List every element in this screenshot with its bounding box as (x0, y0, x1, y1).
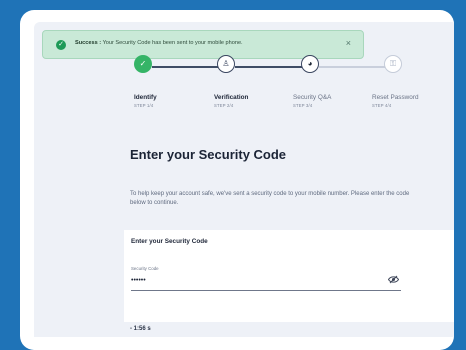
step-identify-check-icon: ✓ (134, 55, 152, 73)
step-connector (152, 66, 225, 68)
page-description: To help keep your account safe, we've se… (130, 191, 410, 206)
eye-off-icon[interactable] (388, 275, 399, 284)
step-security-sub: STEP 3/4 (293, 103, 313, 108)
step-connector (235, 66, 309, 68)
card-title: Enter your Security Code (131, 238, 208, 245)
step-security-label: Security Q&A (293, 94, 332, 101)
step-identify-sub: STEP 1/4 (134, 103, 154, 108)
step-identify-label: Identify (134, 94, 157, 101)
step-reset-label: Reset Password (372, 94, 419, 101)
success-toast: ✓ Success : Your Security Code has been … (42, 30, 364, 59)
step-verification-user-icon: ♙ (217, 55, 235, 73)
toast-message: Your Security Code has been sent to your… (102, 40, 243, 46)
security-code-input[interactable] (131, 274, 401, 286)
step-verification-sub: STEP 2/4 (214, 103, 234, 108)
step-verification-label: Verification (214, 94, 249, 101)
check-icon: ✓ (56, 40, 66, 50)
security-code-card: Enter your Security Code Security Code (124, 230, 454, 322)
screen: ✓ Success : Your Security Code has been … (34, 22, 454, 337)
step-reset-key-icon: ⚿ (384, 55, 402, 73)
countdown-timer: - 1:56 s (130, 326, 151, 332)
step-connector (319, 66, 392, 68)
step-reset-sub: STEP 4/4 (372, 103, 392, 108)
input-underline (131, 290, 401, 291)
toast-strong: Success : (75, 40, 102, 46)
step-security-shield-icon: ◕ (301, 55, 319, 73)
page-title: Enter your Security Code (130, 147, 287, 162)
close-icon[interactable]: × (346, 38, 351, 48)
security-code-label: Security Code (131, 266, 159, 271)
